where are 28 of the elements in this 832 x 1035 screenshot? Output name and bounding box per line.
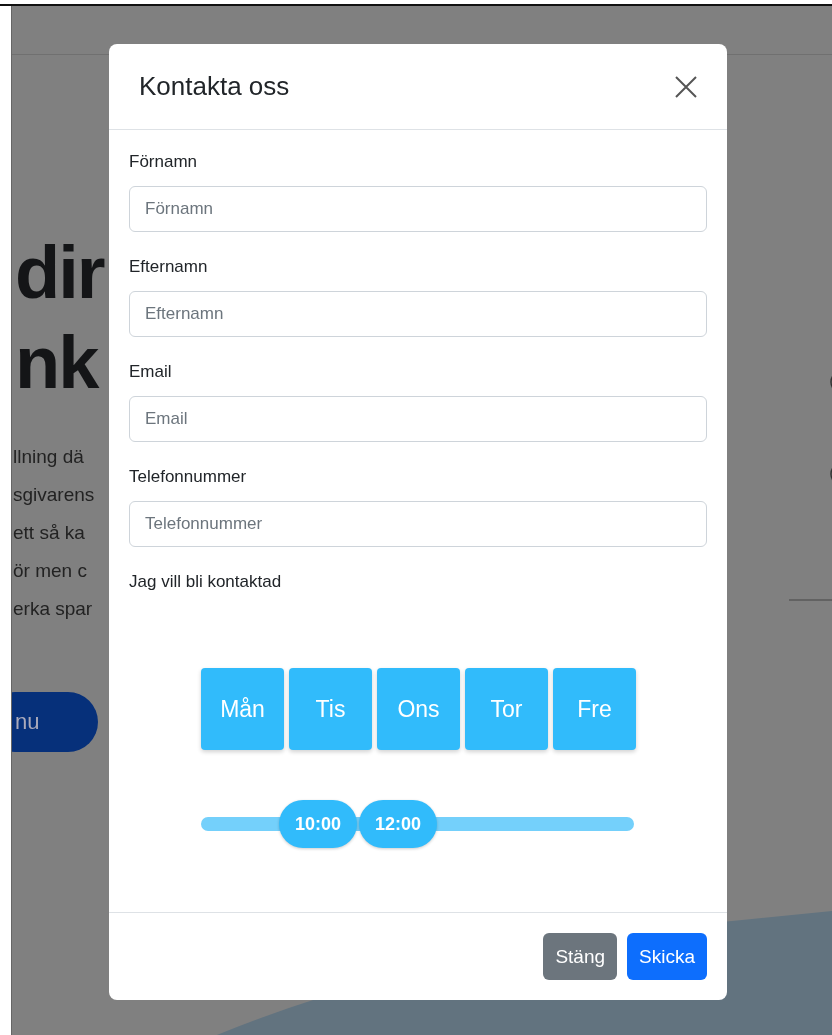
send-button[interactable]: Skicka: [627, 933, 707, 980]
field-label: Förnamn: [129, 152, 198, 172]
field-label: Efternamn: [129, 257, 208, 277]
time-slider[interactable]: 10:00 12:00: [201, 800, 634, 848]
text-field[interactable]: Telefonnummer: [129, 501, 707, 547]
hero-text: ör men c: [13, 559, 87, 583]
slider-handle[interactable]: 10:00: [278, 800, 357, 848]
day-button[interactable]: Mån: [201, 668, 284, 750]
hero-text: erka spar: [13, 597, 93, 621]
slider-handle[interactable]: 12:00: [359, 800, 437, 848]
hero-text: sgivarens: [13, 483, 95, 507]
text-field[interactable]: Email: [129, 396, 707, 442]
text-field[interactable]: Förnamn: [129, 186, 707, 232]
day-button[interactable]: Ons: [377, 668, 460, 750]
hero-button[interactable]: nu: [12, 692, 98, 752]
field-label: Email: [129, 362, 172, 382]
day-button[interactable]: Fre: [553, 668, 636, 750]
close-dialog-button[interactable]: Stäng: [543, 933, 618, 980]
contact-label: Jag vill bli kontaktad: [129, 572, 282, 592]
text-field[interactable]: Efternamn: [129, 291, 707, 337]
field-label: Telefonnummer: [129, 467, 247, 487]
day-button[interactable]: Tor: [465, 668, 548, 750]
day-button[interactable]: Tis: [289, 668, 372, 750]
hero-text: llning dä: [13, 445, 84, 469]
hero-heading: nk: [15, 320, 98, 406]
hero-heading: dir: [15, 230, 104, 316]
hero-text: ett så ka: [13, 521, 85, 545]
dialog-title: Kontakta oss: [139, 71, 290, 102]
